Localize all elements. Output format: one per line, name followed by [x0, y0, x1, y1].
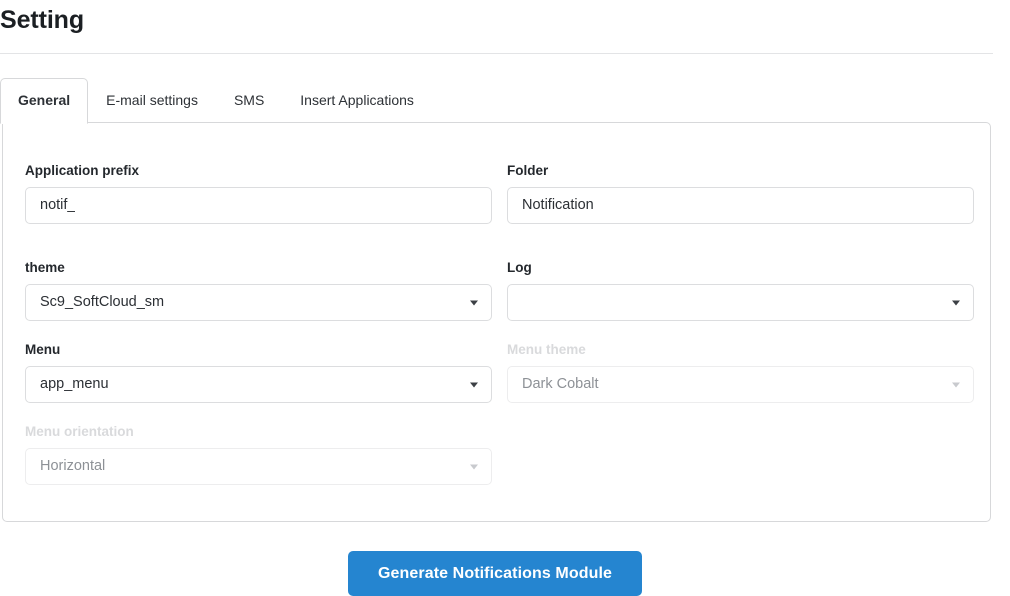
general-tab-panel: Application prefix notif_ Folder Notific…: [2, 122, 991, 522]
folder-input[interactable]: Notification: [507, 187, 974, 224]
page-title: Setting: [0, 6, 84, 35]
theme-select[interactable]: Sc9_SoftCloud_sm: [25, 284, 492, 321]
field-menu: Menu app_menu: [25, 342, 492, 403]
chevron-down-icon: [470, 464, 478, 469]
tab-insert-applications[interactable]: Insert Applications: [282, 78, 432, 123]
chevron-down-icon: [952, 300, 960, 305]
field-application-prefix: Application prefix notif_: [25, 163, 492, 224]
chevron-down-icon: [470, 300, 478, 305]
tab-sms[interactable]: SMS: [216, 78, 282, 123]
field-theme: theme Sc9_SoftCloud_sm: [25, 260, 492, 321]
application-prefix-value: notif_: [40, 198, 75, 213]
title-divider: [0, 53, 993, 54]
folder-label: Folder: [507, 163, 974, 179]
menu-label: Menu: [25, 342, 492, 358]
application-prefix-label: Application prefix: [25, 163, 492, 179]
settings-page: Setting General E-mail settings SMS Inse…: [0, 0, 1010, 596]
theme-label: theme: [25, 260, 492, 276]
field-folder: Folder Notification: [507, 163, 974, 224]
chevron-down-icon: [952, 382, 960, 387]
menu-orientation-select: Horizontal: [25, 448, 492, 485]
menu-value: app_menu: [40, 377, 109, 392]
chevron-down-icon: [470, 382, 478, 387]
theme-value: Sc9_SoftCloud_sm: [40, 295, 164, 310]
menu-theme-select: Dark Cobalt: [507, 366, 974, 403]
menu-theme-label: Menu theme: [507, 342, 974, 358]
settings-form: Application prefix notif_ Folder Notific…: [3, 123, 992, 523]
log-select[interactable]: [507, 284, 974, 321]
tab-general[interactable]: General: [0, 78, 88, 124]
tab-email-settings[interactable]: E-mail settings: [88, 78, 216, 123]
field-menu-orientation: Menu orientation Horizontal: [25, 424, 492, 485]
folder-value: Notification: [522, 198, 594, 213]
menu-theme-value: Dark Cobalt: [522, 377, 599, 392]
field-log: Log: [507, 260, 974, 321]
application-prefix-input[interactable]: notif_: [25, 187, 492, 224]
menu-select[interactable]: app_menu: [25, 366, 492, 403]
log-label: Log: [507, 260, 974, 276]
menu-orientation-value: Horizontal: [40, 459, 105, 474]
field-menu-theme: Menu theme Dark Cobalt: [507, 342, 974, 403]
menu-orientation-label: Menu orientation: [25, 424, 492, 440]
tab-strip: General E-mail settings SMS Insert Appli…: [0, 72, 993, 123]
generate-notifications-module-button[interactable]: Generate Notifications Module: [348, 551, 642, 596]
